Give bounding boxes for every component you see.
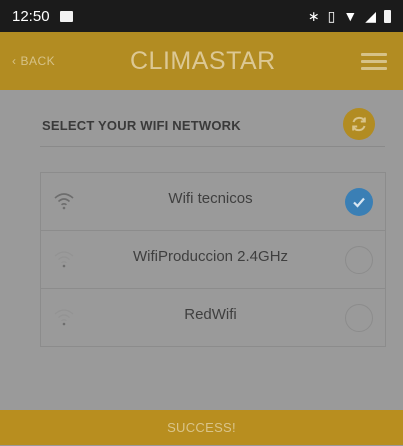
wifi-weak-icon <box>54 309 74 326</box>
wifi-status-icon: ▼ <box>343 8 358 24</box>
back-label: BACK <box>20 54 56 68</box>
network-name: WifiProduccion 2.4GHz <box>132 248 289 265</box>
vibrate-icon: ▯ <box>327 7 336 24</box>
status-time: 12:50 <box>12 7 50 25</box>
status-icons: ∗ ▯ ▼ ◢ <box>308 8 391 25</box>
success-snackbar: SUCCESS! <box>0 410 403 445</box>
wifi-icon <box>54 193 74 210</box>
page-title: SELECT YOUR WIFI NETWORK <box>42 118 241 133</box>
unselected-radio[interactable] <box>345 246 373 274</box>
network-header: SELECT YOUR WIFI NETWORK <box>40 104 385 147</box>
network-list: Wifi tecnicos WifiProduccion 2.4GHz RedW… <box>40 172 386 347</box>
refresh-icon <box>352 116 366 132</box>
signal-icon: ◢ <box>365 7 376 24</box>
status-bar: 12:50 ∗ ▯ ▼ ◢ <box>0 0 403 32</box>
network-name: RedWifi <box>184 306 237 323</box>
refresh-button[interactable] <box>343 108 375 140</box>
checkmark-icon <box>353 197 365 208</box>
chevron-left-icon: ‹ <box>12 54 17 68</box>
unselected-radio[interactable] <box>345 304 373 332</box>
back-button[interactable]: ‹ BACK <box>12 54 112 68</box>
wifi-weak-icon <box>54 251 74 268</box>
battery-icon <box>384 9 391 23</box>
brand-logo: CLIMASTAR <box>130 46 276 75</box>
notification-icon <box>59 10 73 22</box>
selected-check[interactable] <box>345 188 373 216</box>
main-content: SELECT YOUR WIFI NETWORK Wifi tecnicos W… <box>0 90 403 410</box>
bluetooth-icon: ∗ <box>307 7 320 24</box>
network-row[interactable]: RedWifi <box>41 289 385 346</box>
menu-icon[interactable] <box>361 51 387 71</box>
network-name: Wifi tecnicos <box>168 190 253 207</box>
network-row[interactable]: WifiProduccion 2.4GHz <box>41 231 385 289</box>
app-bar: ‹ BACK CLIMASTAR <box>0 32 403 90</box>
network-row[interactable]: Wifi tecnicos <box>41 173 385 231</box>
